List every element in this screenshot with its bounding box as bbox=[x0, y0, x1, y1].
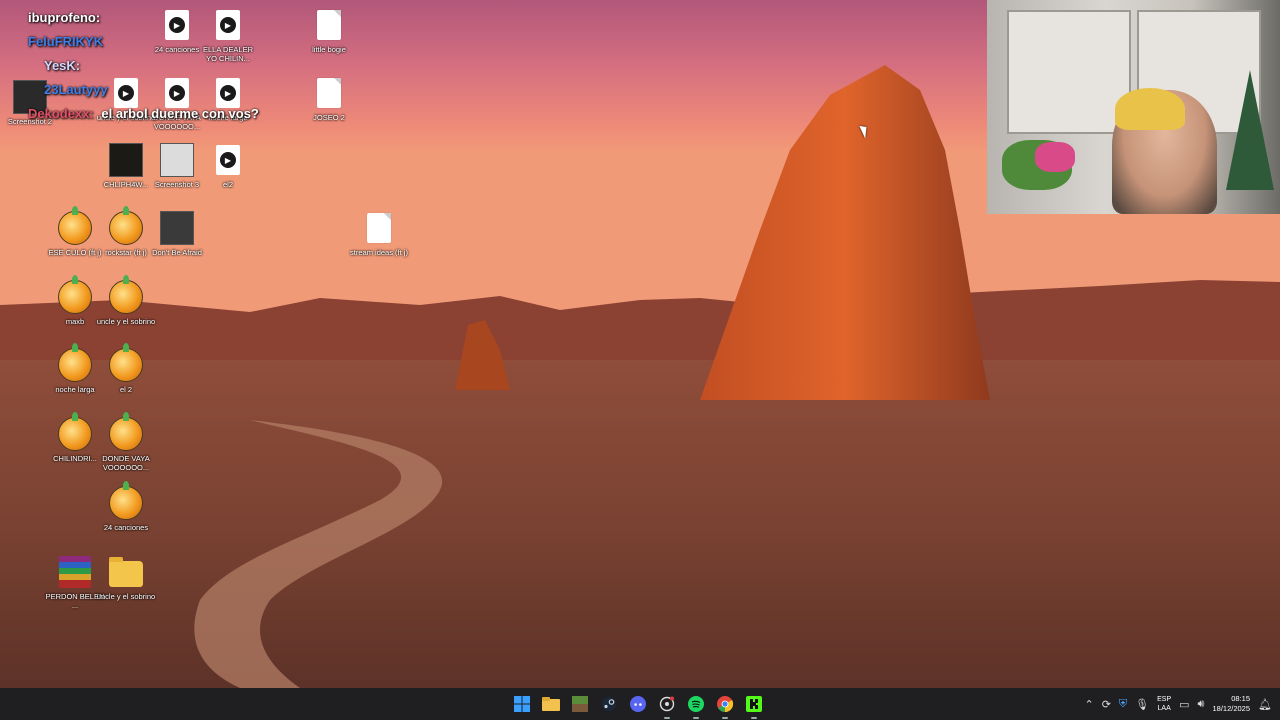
window-blind bbox=[1007, 10, 1131, 134]
notification-icon[interactable]: 🔔︎ bbox=[1258, 698, 1272, 711]
clock[interactable]: 08:15 18/12/2025 bbox=[1212, 694, 1250, 714]
fl-studio-icon bbox=[58, 343, 92, 382]
windows-start-icon[interactable] bbox=[510, 692, 534, 716]
fl-studio-icon bbox=[58, 412, 92, 451]
security-shield-icon[interactable]: ⛨ bbox=[1119, 698, 1127, 711]
flp-uncle-y-el-sobrino[interactable]: uncle y el sobrino bbox=[96, 275, 156, 326]
beanie bbox=[1115, 88, 1185, 130]
steam-icon[interactable] bbox=[597, 692, 621, 716]
spotify-icon[interactable] bbox=[684, 692, 708, 719]
file-stream-ideas[interactable]: stream ideas (ft j) bbox=[349, 211, 409, 257]
fl-studio-icon bbox=[109, 412, 143, 451]
chatgpt-icon[interactable] bbox=[655, 692, 679, 719]
chrome-icon[interactable] bbox=[713, 692, 737, 719]
kick-icon[interactable] bbox=[742, 692, 766, 719]
flp-24-canciones[interactable]: 24 canciones bbox=[96, 481, 156, 532]
document-icon bbox=[317, 78, 341, 108]
webcam-overlay bbox=[987, 0, 1280, 214]
minecraft-icon[interactable] bbox=[568, 692, 592, 716]
plush-toy bbox=[1035, 142, 1075, 172]
fl-studio-icon bbox=[109, 275, 143, 314]
taskbar-apps bbox=[510, 688, 766, 720]
chat-message: ibuprofeno: bbox=[28, 10, 101, 25]
image-thumbnail-icon bbox=[109, 143, 143, 177]
microphone-icon[interactable]: 🎙︎ bbox=[1135, 698, 1149, 711]
fl-studio-icon bbox=[58, 206, 92, 245]
discord-icon[interactable] bbox=[626, 692, 650, 716]
stream-chat-overlay: ibuprofeno: FeluFRIKYK YesK: 23Lautyyy D… bbox=[28, 10, 288, 130]
chat-message: Dekodexx: el arbol duerme con vos? bbox=[28, 106, 259, 121]
document-icon bbox=[367, 213, 391, 243]
flp-el-2[interactable]: el 2 bbox=[96, 343, 156, 394]
flp-donde-vaya[interactable]: DONDE VAYA VOOOOOO... bbox=[96, 412, 156, 472]
fl-studio-icon bbox=[109, 481, 143, 520]
album-art-icon bbox=[160, 211, 194, 245]
fl-studio-icon bbox=[109, 206, 143, 245]
fl-studio-icon bbox=[109, 343, 143, 382]
fl-studio-icon bbox=[58, 275, 92, 314]
sync-icon[interactable]: ⟳ bbox=[1102, 698, 1111, 711]
taskbar: ⌃ ⟳ ⛨ 🎙︎ ESP LAA ▭ 🔊︎ 08:15 18/12/2025 🔔… bbox=[0, 688, 1280, 720]
chat-message: YesK: bbox=[44, 58, 81, 73]
folder-uncle-y-el-sobrino[interactable]: uncle y el sobrino bbox=[96, 555, 156, 601]
file-el2[interactable]: ▶ el2 bbox=[198, 143, 258, 189]
folder-icon bbox=[109, 557, 143, 587]
christmas-tree bbox=[1226, 70, 1274, 190]
media-file-icon: ▶ bbox=[216, 145, 240, 175]
system-tray: ⌃ ⟳ ⛨ 🎙︎ ESP LAA ▭ 🔊︎ 08:15 18/12/2025 🔔… bbox=[1084, 688, 1272, 720]
file-dont-be-afraid[interactable]: Don't Be Afraid bbox=[147, 211, 207, 257]
document-icon bbox=[317, 10, 341, 40]
image-thumbnail-icon bbox=[160, 143, 194, 177]
network-icon[interactable]: ▭ bbox=[1179, 698, 1189, 711]
chevron-up-icon[interactable]: ⌃ bbox=[1084, 698, 1093, 711]
chat-message: 23Lautyyy bbox=[44, 82, 108, 97]
winrar-archive-icon bbox=[59, 556, 91, 588]
volume-icon[interactable]: 🔊︎ bbox=[1198, 698, 1205, 711]
file-little-bogie[interactable]: little bogie bbox=[299, 8, 359, 54]
chat-message: FeluFRIKYK bbox=[28, 34, 104, 49]
input-language-indicator[interactable]: ESP LAA bbox=[1157, 695, 1171, 713]
file-joseo-2[interactable]: JOSEO 2 bbox=[299, 76, 359, 122]
file-explorer-icon[interactable] bbox=[539, 692, 563, 716]
